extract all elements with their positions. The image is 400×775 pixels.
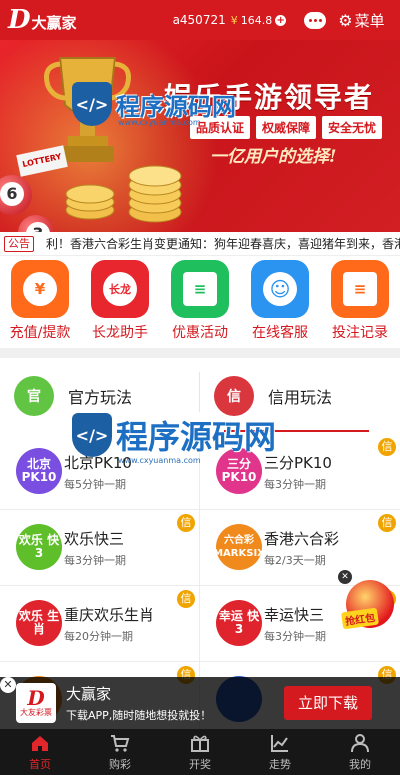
download-title: 大赢家 [66,685,112,703]
user-info: a450721 ¥ 164.8 + [173,13,287,27]
balance-amount: 164.8 [240,13,273,27]
notice-text: 利！香港六合彩生肖变更通知：狗年迎春喜庆，喜迎猪年到来，香港六合彩 [46,237,400,251]
official-badge: 官 [14,376,54,416]
close-icon[interactable]: ✕ [338,570,352,584]
game-logo: 欢乐 快3 [16,524,62,570]
active-tab-indicator [224,430,369,432]
game-item[interactable]: 欢乐 快3 欢乐快三 每3分钟一期 信 [0,510,200,586]
game-desc: 每3分钟一期 [64,554,126,567]
tabbar-item-home[interactable]: 首页 [0,729,80,775]
tabbar-item-buy[interactable]: 购彩 [80,729,160,775]
banner-slogan: 一亿用户的选择! [210,147,337,167]
download-button[interactable]: 立即下载 [284,686,372,720]
plus-icon[interactable]: + [275,14,287,26]
banner-tags: 品质认证 权威保障 安全无忧 [190,116,383,139]
quick-item-support[interactable]: ☺ 在线客服 [240,256,320,348]
support-agent-icon: ☺ [251,260,309,318]
red-packet-float[interactable]: 抢红包 ✕ [338,570,398,630]
credit-badge: 信 [177,590,195,608]
quick-item-records[interactable]: ≡ 投注记录 [320,256,400,348]
banner-tag: 权威保障 [256,116,317,139]
game-logo: 三分 PK10 [216,448,262,494]
section-gap [0,348,400,358]
logo-mark: D [8,5,31,35]
banner-tag: 品质认证 [190,116,251,139]
game-name: 幸运快三 [264,606,325,624]
close-icon[interactable]: ✕ [0,677,16,693]
game-logo: 六合彩 MARKSIX [213,524,265,570]
game-item[interactable]: 三分 PK10 三分PK10 每3分钟一期 信 [200,434,400,510]
logo-text: 大赢家 [31,13,77,32]
game-name: 北京PK10 [64,454,132,472]
app-logo[interactable]: D 大赢家 [8,7,77,33]
tabbar-item-trend[interactable]: 走势 [240,729,320,775]
download-subtitle: 下载APP,随时随地想投就投！ [66,709,212,722]
quick-item-dragon[interactable]: 长龙 长龙助手 [80,256,160,348]
record-icon: ≡ [331,260,389,318]
credit-badge: 信 [378,438,396,456]
game-name: 香港六合彩 [264,530,340,548]
menu-label: 菜单 [354,11,385,30]
yen-icon: ¥ [11,260,69,318]
bottom-tabbar: 首页 购彩 开奖 走势 我的 [0,729,400,775]
gear-icon: ⚙ [338,10,353,30]
play-tabs: 官 官方玩法 信 信用玩法 [0,358,400,434]
tabbar-item-draw[interactable]: 开奖 [160,729,240,775]
banner-title: 娱乐手游领导者 [164,81,375,114]
game-logo: 幸运 快3 [216,600,262,646]
menu-button[interactable]: ⚙ 菜单 [338,10,384,31]
notice-tag: 公告 [4,235,34,252]
banner-tag: 安全无忧 [322,116,383,139]
credit-badge: 信 [177,514,195,532]
balance: ¥ 164.8 + [231,14,287,27]
trend-icon [271,734,288,752]
divider [199,372,200,412]
game-desc: 每20分钟一期 [64,630,133,643]
game-item[interactable]: 欢乐 生肖 重庆欢乐生肖 每20分钟一期 信 [0,586,200,662]
download-text: 大赢家 下载APP,随时随地想投就投！ [66,683,211,723]
quick-item-label: 充值/提款 [9,325,71,341]
notice-bar[interactable]: 公告 利！香港六合彩生肖变更通知：狗年迎春喜庆，喜迎猪年到来，香港六合彩 [0,232,400,256]
quick-item-label: 投注记录 [332,325,388,341]
quick-item-label: 长龙助手 [92,325,148,341]
game-desc: 每3分钟一期 [264,630,326,643]
quick-item-label: 在线客服 [252,325,308,341]
quick-item-label: 优惠活动 [172,325,228,341]
tabbar-item-mine[interactable]: 我的 [320,729,400,775]
cart-icon [111,734,130,752]
dragon-icon: 长龙 [91,260,149,318]
promo-banner[interactable]: LOTTERY 6 3 娱乐手游领导者 品质认证 权威保障 安全无忧 一亿用户的… [0,40,400,232]
chat-icon[interactable] [304,11,327,29]
quick-menu: ¥ 充值/提款 长龙 长龙助手 ≡ 优惠活动 ☺ 在线客服 ≡ 投注记录 [0,256,400,348]
user-icon [351,733,369,752]
tab-official[interactable]: 官 官方玩法 [0,358,200,434]
tab-label: 信用玩法 [268,388,333,407]
gift-icon [191,735,209,752]
game-desc: 每5分钟一期 [64,478,126,491]
game-name: 欢乐快三 [64,530,125,548]
credit-badge: 信 [214,376,254,416]
currency-symbol: ¥ [230,13,238,27]
credit-badge: 信 [378,514,396,532]
tab-label: 官方玩法 [68,388,133,407]
quick-item-deposit[interactable]: ¥ 充值/提款 [0,256,80,348]
game-name: 三分PK10 [264,454,332,472]
top-header: D 大赢家 a450721 ¥ 164.8 + ⚙ 菜单 [0,0,400,40]
app-icon: D 大友彩票 [16,683,56,723]
download-banner: ✕ D 大友彩票 大赢家 下载APP,随时随地想投就投！ 立即下载 [0,677,400,729]
quick-item-promotions[interactable]: ≡ 优惠活动 [160,256,240,348]
game-desc: 每2/3天一期 [264,554,326,567]
game-desc: 每3分钟一期 [264,478,326,491]
game-logo: 北京 PK10 [16,448,62,494]
home-icon [32,735,48,751]
game-logo: 欢乐 生肖 [16,600,62,646]
game-item[interactable]: 北京 PK10 北京PK10 每5分钟一期 [0,434,200,510]
document-icon: ≡ [171,260,229,318]
username: a450721 [172,13,226,27]
coins-icon [65,165,182,223]
tab-credit[interactable]: 信 信用玩法 [200,358,400,434]
game-name: 重庆欢乐生肖 [64,606,155,624]
app-page: D 大赢家 a450721 ¥ 164.8 + ⚙ 菜单 LOTTERY 6 娱… [0,0,400,775]
